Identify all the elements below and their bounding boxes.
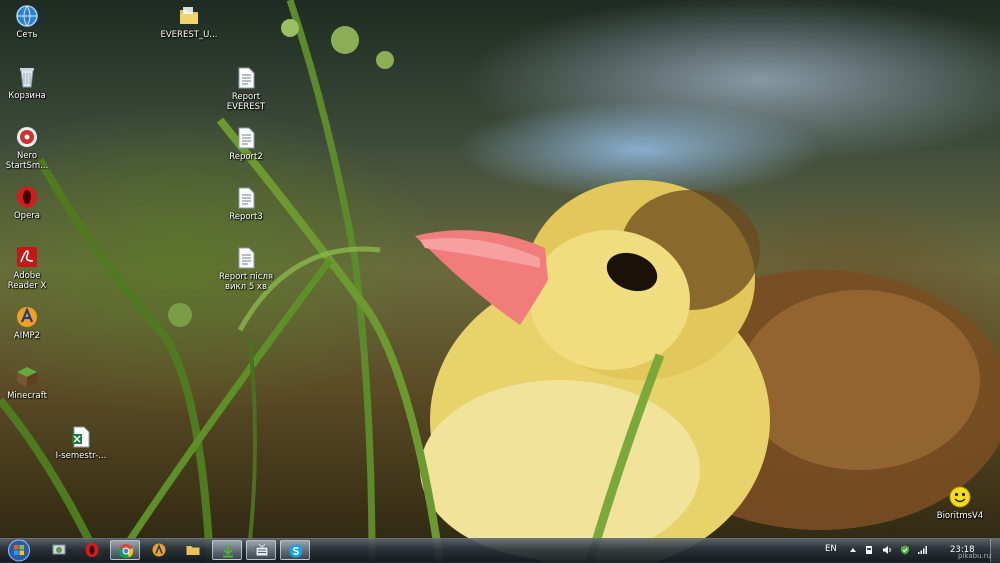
explorer-app-icon bbox=[52, 544, 66, 555]
desktop-icon-label: Adobe Reader X bbox=[7, 271, 47, 291]
recycle-bin-icon bbox=[20, 68, 34, 88]
chrome-icon bbox=[118, 544, 134, 559]
skype-icon bbox=[289, 544, 303, 558]
desktop-icon-label: AIMP2 bbox=[13, 331, 41, 341]
desktop-icon-bioritms[interactable]: BioritmsV4 bbox=[923, 485, 997, 521]
start-button[interactable] bbox=[6, 539, 32, 562]
desktop-icon-label: Report2 bbox=[229, 152, 263, 162]
taskbar-button-aimp[interactable] bbox=[144, 540, 174, 560]
desktop-icon-label: Report після викл 5 хв bbox=[218, 272, 274, 292]
taskbar-button-explorer-app[interactable] bbox=[44, 540, 74, 560]
network-signal-icon[interactable] bbox=[917, 545, 927, 555]
desktop-icon-report3[interactable]: Report3 bbox=[209, 186, 283, 222]
desktop-icon-adobe-reader[interactable]: Adobe Reader X bbox=[0, 245, 64, 291]
taskbar-button-opera[interactable] bbox=[77, 540, 107, 560]
desktop-icon-label: I-semestr-... bbox=[55, 451, 107, 461]
watermark-text: pikabu.ru bbox=[958, 552, 992, 560]
desktop-icon-excel-file[interactable]: I-semestr-... bbox=[44, 425, 118, 461]
usb-device-icon[interactable] bbox=[864, 545, 874, 555]
adobe-reader-icon bbox=[17, 247, 37, 267]
desktop-icon-aimp[interactable]: AIMP2 bbox=[0, 305, 64, 341]
duckling-wallpaper-art bbox=[0, 0, 1000, 562]
taskbar-button-folder[interactable] bbox=[178, 540, 208, 560]
aimp-icon bbox=[152, 543, 166, 557]
desktop-icon-label: BioritmsV4 bbox=[936, 511, 984, 521]
text-file-icon bbox=[238, 247, 255, 269]
taskbar-button-chrome[interactable] bbox=[110, 540, 140, 560]
desktop-icon-label: EVEREST_U... bbox=[160, 30, 218, 40]
desktop-icon-label: Корзина bbox=[8, 91, 46, 101]
taskbar-button-download[interactable] bbox=[212, 540, 242, 560]
language-indicator[interactable]: EN bbox=[825, 544, 837, 554]
desktop-icon-label: Minecraft bbox=[7, 391, 47, 401]
desktop-icon-label: Report EVEREST bbox=[226, 92, 266, 112]
desktop-icon-nero[interactable]: Nero StartSm... bbox=[0, 125, 64, 171]
desktop-icon-recycle-bin[interactable]: Корзина bbox=[0, 65, 64, 101]
text-file-icon bbox=[238, 127, 255, 149]
desktop-wallpaper bbox=[0, 0, 1000, 562]
nero-icon bbox=[17, 127, 37, 147]
desktop-icon-report-after[interactable]: Report після викл 5 хв bbox=[209, 246, 283, 292]
desktop-icon-report2[interactable]: Report2 bbox=[209, 126, 283, 162]
aimp-icon bbox=[17, 307, 37, 327]
opera-icon bbox=[85, 543, 99, 557]
desktop-icon-minecraft[interactable]: Minecraft bbox=[0, 365, 64, 401]
desktop-icon-label: Opera bbox=[13, 211, 41, 221]
excel-file-icon bbox=[72, 426, 90, 448]
desktop-icon-label: Сеть bbox=[16, 30, 38, 40]
folder-icon bbox=[180, 7, 198, 24]
desktop-icon-report-everest[interactable]: Report EVEREST bbox=[209, 66, 283, 112]
desktop-icon-label: Nero StartSm... bbox=[5, 151, 49, 171]
desktop-icon-everest-folder[interactable]: EVEREST_U... bbox=[152, 4, 226, 40]
security-shield-icon[interactable] bbox=[900, 545, 910, 555]
tv-icon bbox=[255, 544, 269, 557]
volume-icon[interactable] bbox=[882, 545, 892, 555]
smiley-icon bbox=[949, 486, 971, 508]
download-icon bbox=[223, 545, 233, 558]
taskbar-button-skype[interactable] bbox=[280, 540, 310, 560]
minecraft-icon bbox=[17, 367, 37, 387]
desktop-icon-network[interactable]: Сеть bbox=[0, 4, 64, 40]
show-desktop-button[interactable] bbox=[990, 539, 1000, 562]
text-file-icon bbox=[238, 67, 255, 89]
folder-icon bbox=[186, 546, 200, 555]
desktop-icon-opera[interactable]: Opera bbox=[0, 185, 64, 221]
desktop-icon-label: Report3 bbox=[229, 212, 263, 222]
chevron-up-icon[interactable] bbox=[848, 545, 858, 555]
network-icon bbox=[16, 5, 38, 27]
text-file-icon bbox=[238, 187, 255, 209]
opera-icon bbox=[17, 186, 37, 208]
taskbar-button-tv[interactable] bbox=[246, 540, 276, 560]
